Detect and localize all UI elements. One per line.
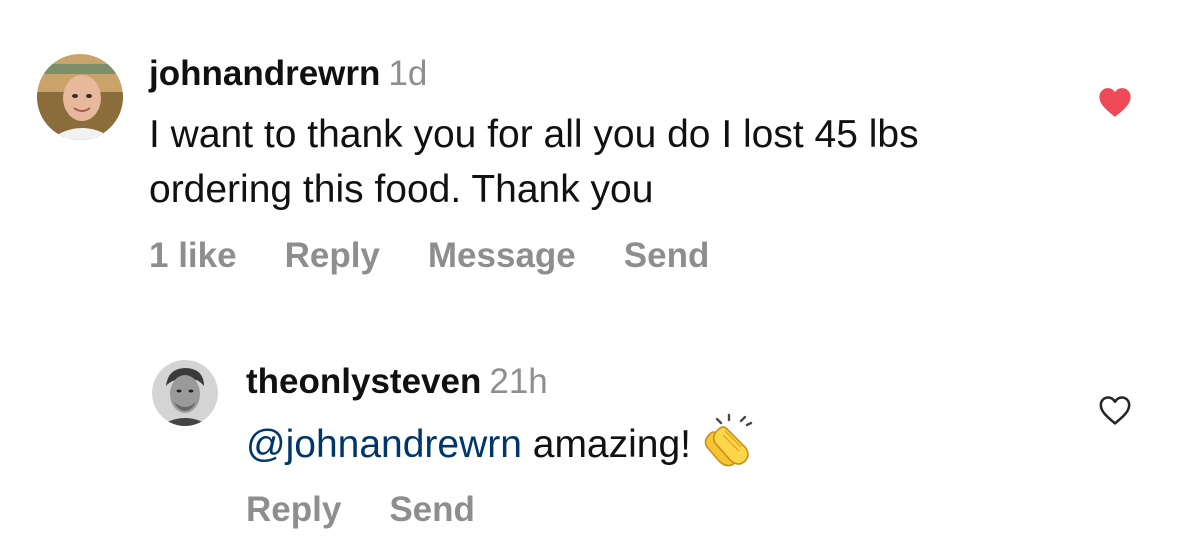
heart-outline-icon[interactable] <box>1098 394 1132 426</box>
comment-header: theonlysteven 21h <box>246 362 548 402</box>
comment-actions: 1 like Reply Message Send <box>149 236 709 276</box>
mention-link[interactable]: @johnandrewrn <box>246 423 522 466</box>
username[interactable]: theonlysteven <box>246 362 481 401</box>
likes-count[interactable]: 1 like <box>149 236 237 276</box>
username[interactable]: johnandrewrn <box>149 54 380 93</box>
comment-text: @johnandrewrn amazing! <box>246 413 1046 482</box>
message-button[interactable]: Message <box>428 236 576 276</box>
avatar[interactable] <box>152 360 218 426</box>
heart-filled-icon[interactable] <box>1098 86 1132 118</box>
reply-button[interactable]: Reply <box>246 490 341 530</box>
clapping-hands-icon <box>701 413 759 482</box>
reply-text: amazing! <box>521 423 692 466</box>
send-button[interactable]: Send <box>389 490 475 530</box>
timestamp: 1d <box>388 54 428 93</box>
comment-header: johnandrewrn 1d <box>149 54 427 94</box>
timestamp: 21h <box>489 362 548 401</box>
comment-text: I want to thank you for all you do I los… <box>149 113 919 211</box>
comment-actions: Reply Send <box>246 490 475 530</box>
send-button[interactable]: Send <box>624 236 710 276</box>
reply-button[interactable]: Reply <box>285 236 380 276</box>
avatar[interactable] <box>37 54 123 140</box>
